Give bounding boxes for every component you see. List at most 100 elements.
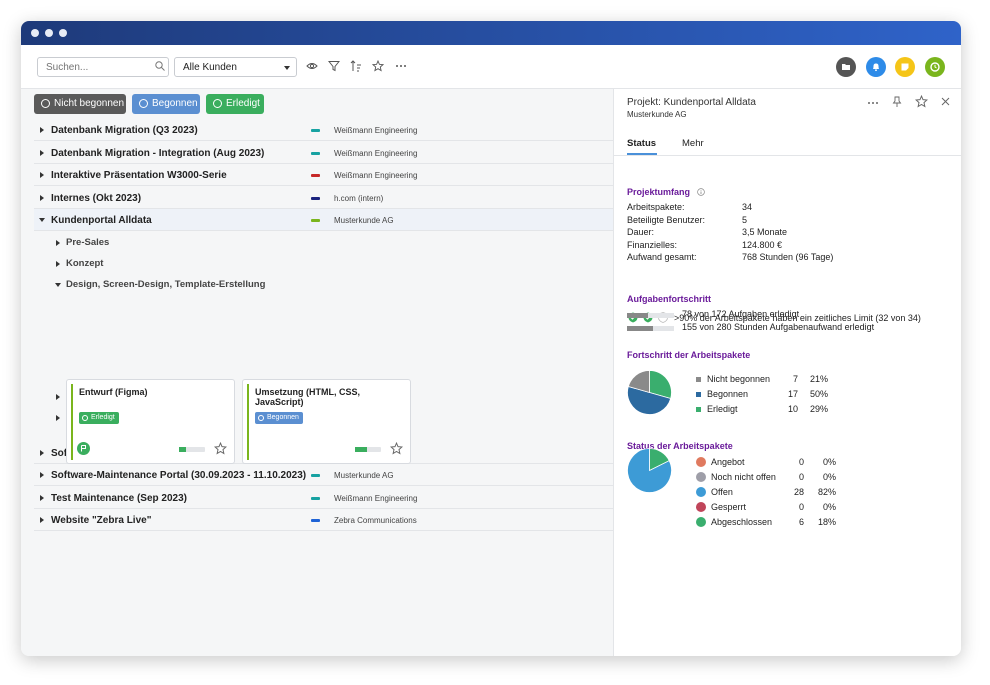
folder-button[interactable]: [836, 57, 856, 77]
status-badge-label: Begonnen: [267, 414, 299, 421]
status-badge: Begonnen: [255, 412, 303, 424]
more-icon[interactable]: [395, 60, 407, 72]
chevron-right-icon[interactable]: [56, 240, 60, 246]
scope-value: 3,5 Monate: [742, 227, 788, 237]
filter-icon[interactable]: [328, 60, 340, 72]
info-icon[interactable]: [696, 188, 705, 196]
project-row[interactable]: Website "Zebra Live" Zebra Communications: [34, 509, 613, 531]
legend-count: 0: [798, 457, 804, 467]
star-icon[interactable]: [390, 442, 403, 455]
scope-row: Finanzielles: 124.800 €: [627, 240, 782, 250]
chevron-right-icon[interactable]: [56, 394, 60, 400]
task-progress-section-title: Aufgabenfortschritt: [627, 294, 711, 304]
filter-done-button[interactable]: Erledigt: [206, 94, 264, 114]
project-name: Interaktive Präsentation W3000-Serie: [51, 170, 227, 181]
legend-count: 28: [793, 487, 804, 497]
chevron-right-icon[interactable]: [40, 127, 44, 133]
project-name: Internes (Okt 2023): [51, 193, 142, 204]
chevron-right-icon[interactable]: [40, 472, 44, 478]
tab-status[interactable]: Status: [627, 138, 656, 149]
filter-not-started-button[interactable]: Nicht begonnen: [34, 94, 126, 114]
circle-icon: [258, 414, 264, 421]
project-color-bar: [311, 219, 320, 222]
window-zoom-dot[interactable]: [59, 29, 67, 37]
card-status-strip: [71, 384, 73, 460]
filter-label: Begonnen: [152, 98, 198, 109]
circle-icon: [82, 414, 88, 421]
card-progress-bar: [355, 447, 381, 452]
star-icon[interactable]: [915, 95, 928, 108]
card-progress-fill: [355, 447, 367, 452]
scope-section-title: Projektumfang: [627, 187, 705, 197]
project-name: Software-Maintenance Portal (30.09.2023 …: [51, 470, 307, 481]
task-progress-text: 155 von 280 Stunden Aufgabenaufwand erle…: [682, 321, 875, 332]
more-icon[interactable]: [867, 98, 879, 108]
project-row[interactable]: Datenbank Migration - Integration (Aug 2…: [34, 142, 613, 164]
chevron-down-icon: [284, 66, 290, 70]
tab-more[interactable]: Mehr: [682, 138, 704, 149]
chevron-right-icon[interactable]: [40, 195, 44, 201]
legend-count: 17: [787, 389, 798, 399]
project-row[interactable]: Kundenportal Alldata Musterkunde AG: [34, 209, 613, 231]
project-row[interactable]: Software-Maintenance Portal (30.09.2023 …: [34, 464, 613, 486]
chevron-right-icon[interactable]: [40, 495, 44, 501]
filter-label: Nicht begonnen: [54, 98, 125, 109]
star-icon[interactable]: [372, 60, 384, 72]
chevron-right-icon[interactable]: [56, 415, 60, 421]
project-detail-panel: Projekt: Kundenportal Alldata Musterkund…: [613, 89, 961, 656]
chevron-right-icon[interactable]: [40, 517, 44, 523]
scope-row: Beteiligte Benutzer: 5: [627, 214, 747, 225]
work-package-card[interactable]: Umsetzung (HTML, CSS, JavaScript) Begonn…: [242, 379, 411, 464]
chevron-down-icon[interactable]: [55, 283, 61, 287]
sort-icon[interactable]: [350, 60, 362, 72]
time-tracking-button[interactable]: [925, 57, 945, 77]
project-customer: Weißmann Engineering: [334, 171, 418, 180]
legend-count: 0: [798, 502, 804, 512]
eye-icon[interactable]: [306, 60, 318, 72]
chevron-right-icon[interactable]: [40, 150, 44, 156]
notifications-button[interactable]: [866, 57, 886, 77]
task-progress-fill: [627, 313, 649, 318]
legend-label: Offen: [711, 487, 733, 497]
panel-title: Projekt: Kundenportal Alldata: [627, 97, 756, 108]
phase-group-label: Konzept: [66, 258, 104, 269]
scope-key: Beteiligte Benutzer:: [627, 214, 706, 225]
scope-row: Aufwand gesamt: 768 Stunden (96 Tage): [627, 252, 833, 262]
notes-button[interactable]: [895, 57, 915, 77]
project-row[interactable]: Interaktive Präsentation W3000-Serie Weiß…: [34, 164, 613, 186]
task-progress-fill: [627, 325, 653, 331]
project-color-bar: [311, 497, 320, 500]
filter-started-button[interactable]: Begonnen: [132, 94, 200, 114]
project-name: Website "Zebra Live": [51, 515, 152, 526]
window-close-dot[interactable]: [31, 29, 39, 37]
chevron-right-icon[interactable]: [56, 261, 60, 267]
customer-select[interactable]: Alle Kunden: [174, 57, 297, 77]
circle-icon: [139, 99, 148, 108]
work-package-card[interactable]: Entwurf (Figma) Erledigt: [66, 379, 235, 464]
pin-icon[interactable]: [891, 96, 903, 108]
pause-icon: [696, 472, 706, 482]
search-icon[interactable]: [155, 61, 165, 71]
window-minimize-dot[interactable]: [45, 29, 53, 37]
project-name: Datenbank Migration (Q3 2023): [51, 125, 198, 136]
search-input[interactable]: [37, 57, 169, 77]
panel-subtitle: Musterkunde AG: [627, 110, 687, 119]
project-row[interactable]: Datenbank Migration (Q3 2023) Weißmann En…: [34, 119, 613, 141]
close-icon[interactable]: [941, 97, 950, 106]
chevron-down-icon[interactable]: [39, 218, 45, 222]
project-row[interactable]: Internes (Okt 2023) h.com (intern): [34, 187, 613, 209]
project-customer: Musterkunde AG: [334, 216, 394, 225]
legend-percent: 0%: [822, 472, 836, 482]
phase-group-label: Design, Screen-Design, Template-Erstellu…: [66, 279, 266, 290]
project-row[interactable]: Test Maintenance (Sep 2023) Weißmann Engi…: [34, 487, 613, 509]
scope-row: Dauer: 3,5 Monate: [627, 227, 787, 237]
star-icon[interactable]: [214, 442, 227, 455]
chevron-right-icon[interactable]: [40, 450, 44, 456]
chevron-right-icon[interactable]: [40, 172, 44, 178]
clock-icon: [930, 62, 940, 72]
wp-status-pie-chart: [627, 448, 672, 493]
scope-key: Dauer:: [627, 227, 655, 237]
project-color-bar: [311, 152, 320, 155]
project-customer: Zebra Communications: [334, 516, 417, 525]
legend-percent: 50%: [809, 389, 828, 399]
